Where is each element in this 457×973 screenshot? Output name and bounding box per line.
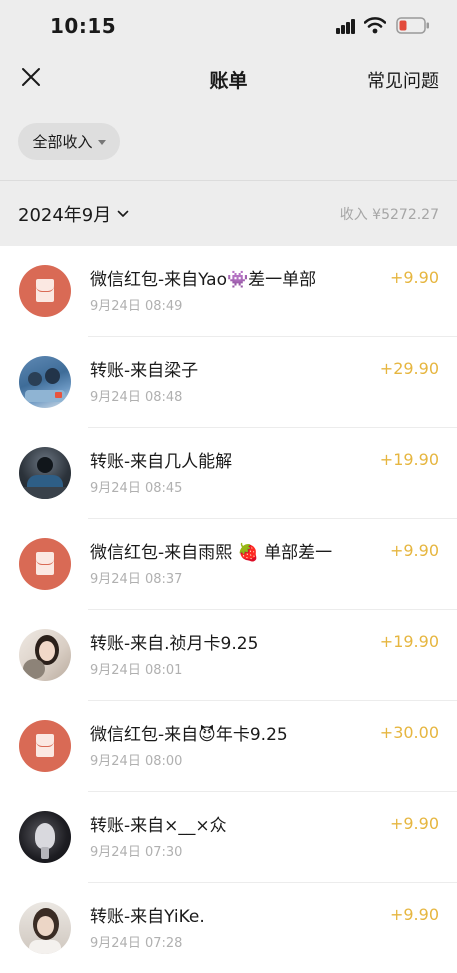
transaction-row[interactable]: 转账-来自×__×众 9月24日 07:30 +9.90 (0, 792, 457, 883)
chevron-down-icon (117, 210, 129, 217)
transaction-time: 9月24日 08:37 (90, 572, 183, 587)
signal-icon (336, 19, 358, 34)
transaction-list: 微信红包-来自Yao👾差一单部 9月24日 08:49 +9.90 转账-来自梁… (0, 246, 457, 973)
faq-link[interactable]: 常见问题 (367, 67, 439, 93)
bill-screen: 10:15 账单 常见问题 全部收入 2024年9月 收入 ¥5272.27 微… (0, 0, 457, 973)
transaction-title: 转账-来自.祯月卡9.25 (90, 634, 259, 654)
user-avatar (19, 811, 71, 863)
transaction-row[interactable]: 转账-来自几人能解 9月24日 08:45 +19.90 (0, 428, 457, 519)
transaction-amount: +9.90 (389, 268, 439, 287)
income-summary: 收入 ¥5272.27 (339, 207, 439, 223)
transaction-amount: +9.90 (389, 541, 439, 560)
wifi-icon (364, 17, 386, 34)
transaction-row[interactable]: 微信红包-来自😈年卡9.25 9月24日 08:00 +30.00 (0, 701, 457, 792)
transaction-title: 转账-来自YiKe. (90, 907, 205, 927)
transaction-title: 微信红包-来自😈年卡9.25 (90, 725, 288, 745)
user-avatar (19, 356, 71, 408)
battery-icon (396, 17, 429, 34)
user-avatar (19, 629, 71, 681)
red-packet-icon (19, 720, 71, 772)
transaction-amount: +9.90 (389, 905, 439, 924)
transaction-amount: +9.90 (389, 814, 439, 833)
transaction-time: 9月24日 08:49 (90, 299, 183, 314)
transaction-title: 转账-来自×__×众 (90, 816, 227, 836)
transaction-row[interactable]: 转账-来自梁子 9月24日 08:48 +29.90 (0, 337, 457, 428)
income-filter-dropdown[interactable]: 全部收入 (18, 123, 120, 160)
transaction-row[interactable]: 微信红包-来自Yao👾差一单部 9月24日 08:49 +9.90 (0, 246, 457, 337)
red-packet-icon (19, 538, 71, 590)
transaction-amount: +29.90 (379, 359, 439, 378)
transaction-time: 9月24日 08:45 (90, 481, 183, 496)
transaction-title: 转账-来自梁子 (90, 361, 199, 381)
user-avatar (19, 902, 71, 954)
transaction-time: 9月24日 07:30 (90, 845, 183, 860)
status-time: 10:15 (50, 14, 117, 38)
user-avatar (19, 447, 71, 499)
transaction-title: 转账-来自几人能解 (90, 452, 233, 472)
red-packet-icon (19, 265, 71, 317)
transaction-amount: +30.00 (379, 723, 439, 742)
transaction-time: 9月24日 07:28 (90, 936, 183, 951)
transaction-time: 9月24日 08:48 (90, 390, 183, 405)
transaction-title: 微信红包-来自雨熙 🍓 单部差一 (90, 543, 333, 563)
divider (0, 180, 457, 181)
nav-bar: 账单 常见问题 (0, 52, 457, 106)
status-bar: 10:15 (0, 0, 457, 52)
transaction-title: 微信红包-来自Yao👾差一单部 (90, 270, 317, 290)
month-selector[interactable]: 2024年9月 (18, 201, 129, 227)
transaction-row[interactable]: 转账-来自YiKe. 9月24日 07:28 +9.90 (0, 883, 457, 973)
transaction-row[interactable]: 转账-来自.祯月卡9.25 9月24日 08:01 +19.90 (0, 610, 457, 701)
filter-label: 全部收入 (32, 133, 93, 151)
transaction-time: 9月24日 08:01 (90, 663, 183, 678)
transaction-time: 9月24日 08:00 (90, 754, 183, 769)
month-label: 2024年9月 (18, 205, 112, 226)
transaction-amount: +19.90 (379, 632, 439, 651)
transaction-amount: +19.90 (379, 450, 439, 469)
transaction-row[interactable]: 微信红包-来自雨熙 🍓 单部差一 9月24日 08:37 +9.90 (0, 519, 457, 610)
caret-down-icon (97, 139, 106, 145)
